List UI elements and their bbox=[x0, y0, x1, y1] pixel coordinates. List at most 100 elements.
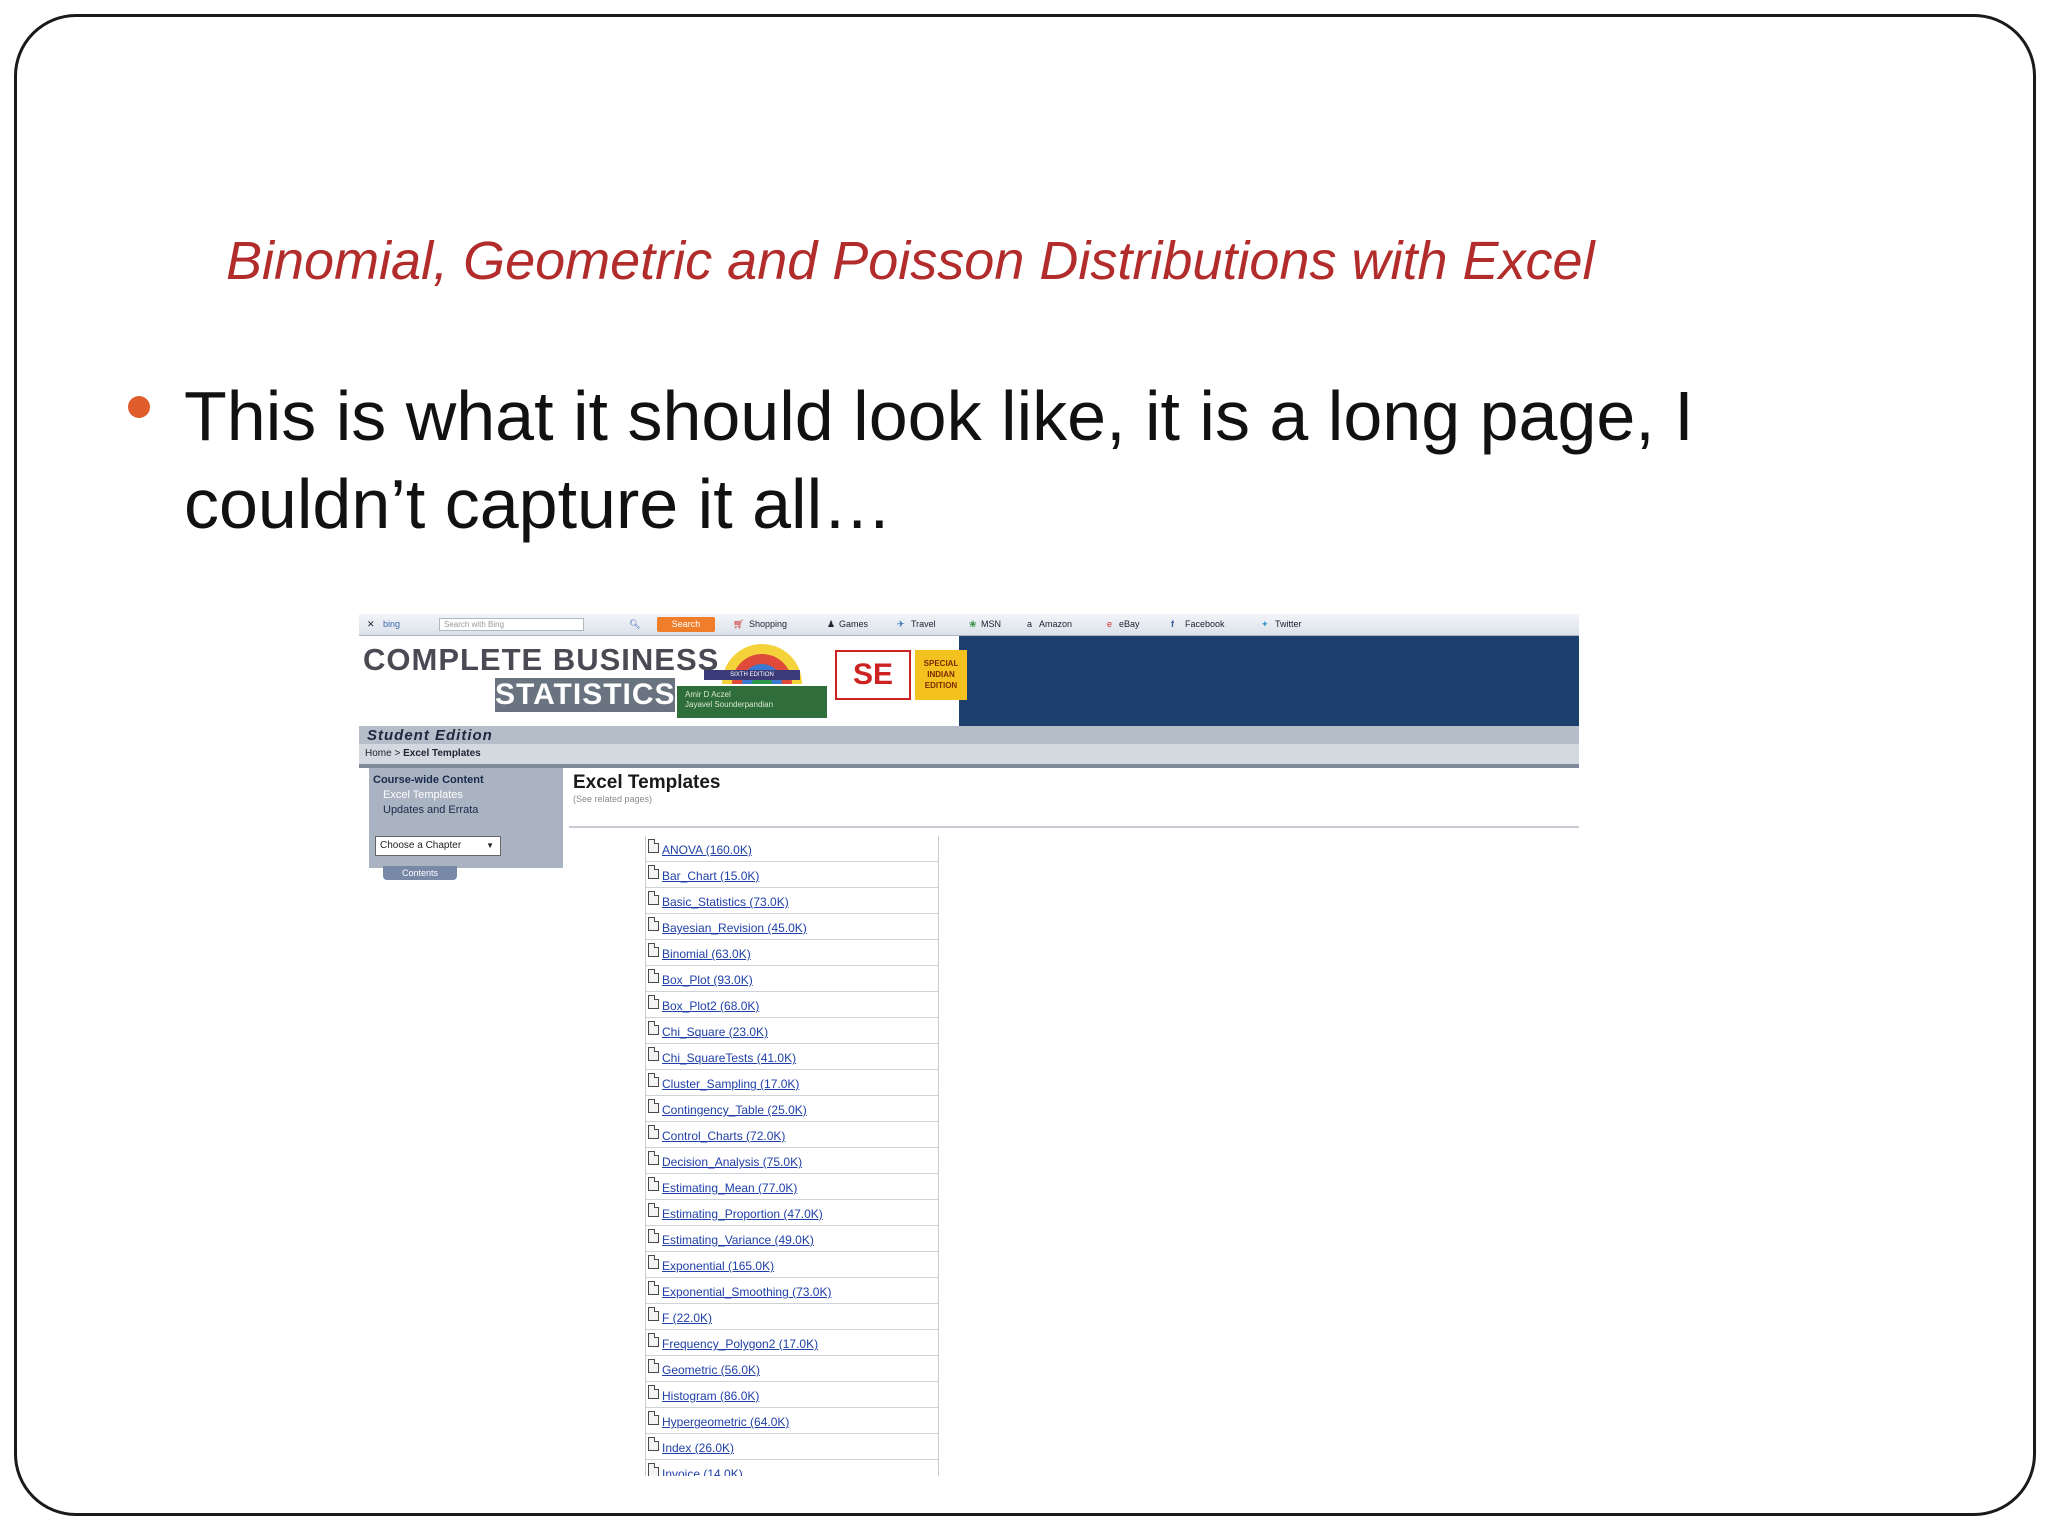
document-icon bbox=[648, 1333, 659, 1347]
shopping-icon: 🛒︎ bbox=[733, 619, 745, 629]
author-name: Jayavel Sounderpandian bbox=[685, 700, 774, 709]
document-icon bbox=[648, 865, 659, 879]
breadcrumb-current: Excel Templates bbox=[403, 748, 481, 759]
file-link[interactable]: Cluster_Sampling (17.0K) bbox=[662, 1077, 799, 1091]
file-link[interactable]: Basic_Statistics (73.0K) bbox=[662, 895, 789, 909]
file-link[interactable]: Contingency_Table (25.0K) bbox=[662, 1103, 807, 1117]
list-item: Index (26.0K) bbox=[646, 1434, 938, 1460]
toolbar-search-button[interactable]: Search bbox=[657, 617, 715, 632]
list-item: Chi_Square (23.0K) bbox=[646, 1018, 938, 1044]
sidebar: Course-wide Content Excel Templates Upda… bbox=[369, 768, 563, 868]
slide-title: Binomial, Geometric and Poisson Distribu… bbox=[226, 231, 1595, 291]
list-item: Box_Plot2 (68.0K) bbox=[646, 992, 938, 1018]
sidebar-item-excel-templates[interactable]: Excel Templates bbox=[383, 789, 463, 801]
file-link[interactable]: Binomial (63.0K) bbox=[662, 947, 751, 961]
list-item: Decision_Analysis (75.0K) bbox=[646, 1148, 938, 1174]
author-name: Amir D Aczel bbox=[685, 690, 731, 699]
document-icon bbox=[648, 1047, 659, 1061]
file-link[interactable]: Box_Plot (93.0K) bbox=[662, 973, 753, 987]
file-link[interactable]: Estimating_Proportion (47.0K) bbox=[662, 1207, 823, 1221]
file-link[interactable]: Bayesian_Revision (45.0K) bbox=[662, 921, 807, 935]
book-title-line1: COMPLETE BUSINESS bbox=[363, 642, 720, 677]
games-icon: ♟ bbox=[827, 619, 836, 629]
document-icon bbox=[648, 891, 659, 905]
site-header: COMPLETE BUSINESS STATISTICS SIXTH EDITI… bbox=[359, 636, 1579, 726]
document-icon bbox=[648, 1255, 659, 1269]
breadcrumb: Home > Excel Templates bbox=[359, 744, 1579, 768]
toolbar-link-games[interactable]: Games bbox=[839, 619, 868, 629]
list-item: Estimating_Proportion (47.0K) bbox=[646, 1200, 938, 1226]
document-icon bbox=[648, 917, 659, 931]
toolbar-link-ebay[interactable]: eBay bbox=[1119, 619, 1140, 629]
file-link[interactable]: Control_Charts (72.0K) bbox=[662, 1129, 785, 1143]
document-icon bbox=[648, 1281, 659, 1295]
toolbar-link-twitter[interactable]: Twitter bbox=[1275, 619, 1302, 629]
list-item: Cluster_Sampling (17.0K) bbox=[646, 1070, 938, 1096]
document-icon bbox=[648, 1463, 659, 1476]
file-link[interactable]: Chi_SquareTests (41.0K) bbox=[662, 1051, 796, 1065]
file-link[interactable]: Estimating_Mean (77.0K) bbox=[662, 1181, 797, 1195]
toolbar-search-input[interactable]: Search with Bing bbox=[439, 618, 584, 631]
file-link[interactable]: Histogram (86.0K) bbox=[662, 1389, 759, 1403]
list-item: Contingency_Table (25.0K) bbox=[646, 1096, 938, 1122]
toolbar-link-shopping[interactable]: Shopping bbox=[749, 619, 787, 629]
travel-icon: ✈ bbox=[897, 619, 905, 629]
file-link[interactable]: Chi_Square (23.0K) bbox=[662, 1025, 768, 1039]
list-item: Hypergeometric (64.0K) bbox=[646, 1408, 938, 1434]
amazon-icon: a bbox=[1027, 619, 1033, 629]
document-icon bbox=[648, 1229, 659, 1243]
list-item: F (22.0K) bbox=[646, 1304, 938, 1330]
badge-line: EDITION bbox=[924, 681, 958, 690]
document-icon bbox=[648, 1307, 659, 1321]
toolbar-link-facebook[interactable]: Facebook bbox=[1185, 619, 1225, 629]
edition-strip: Student Edition bbox=[359, 726, 1579, 744]
student-edition-label: Student Edition bbox=[367, 727, 493, 744]
chevron-down-icon: ▼ bbox=[486, 841, 494, 850]
file-link[interactable]: Exponential (165.0K) bbox=[662, 1259, 774, 1273]
close-icon[interactable]: ✕ bbox=[367, 619, 375, 630]
file-link[interactable]: Decision_Analysis (75.0K) bbox=[662, 1155, 802, 1169]
breadcrumb-home[interactable]: Home bbox=[365, 748, 392, 759]
msn-icon: ❀ bbox=[969, 619, 977, 629]
title-divider bbox=[569, 826, 1579, 828]
file-link[interactable]: Invoice (14.0K) bbox=[662, 1467, 743, 1476]
toolbar-link-travel[interactable]: Travel bbox=[911, 619, 936, 629]
chapter-select[interactable]: Choose a Chapter ▼ bbox=[375, 836, 501, 856]
list-item: Bayesian_Revision (45.0K) bbox=[646, 914, 938, 940]
special-edition-badge: SPECIAL INDIAN EDITION bbox=[915, 650, 967, 700]
file-list: ANOVA (160.0K) Bar_Chart (15.0K) Basic_Sta… bbox=[645, 836, 939, 1476]
list-item: Bar_Chart (15.0K) bbox=[646, 862, 938, 888]
list-item: Estimating_Variance (49.0K) bbox=[646, 1226, 938, 1252]
list-item: Exponential (165.0K) bbox=[646, 1252, 938, 1278]
toolbar-link-msn[interactable]: MSN bbox=[981, 619, 1001, 629]
file-link[interactable]: Estimating_Variance (49.0K) bbox=[662, 1233, 814, 1247]
file-link[interactable]: ANOVA (160.0K) bbox=[662, 843, 752, 857]
file-link[interactable]: Index (26.0K) bbox=[662, 1441, 734, 1455]
chapter-select-value: Choose a Chapter bbox=[380, 840, 462, 851]
author-band: Amir D Aczel Jayavel Sounderpandian bbox=[677, 686, 827, 718]
list-item: Geometric (56.0K) bbox=[646, 1356, 938, 1382]
contents-tab[interactable]: Contents bbox=[383, 866, 457, 880]
document-icon bbox=[648, 1411, 659, 1425]
list-item: Basic_Statistics (73.0K) bbox=[646, 888, 938, 914]
file-link[interactable]: Geometric (56.0K) bbox=[662, 1363, 760, 1377]
list-item: Invoice (14.0K) bbox=[646, 1460, 938, 1476]
bullet-text: This is what it should look like, it is … bbox=[184, 377, 1694, 543]
search-icon[interactable]: 🔍︎ bbox=[629, 619, 640, 630]
list-item: Exponential_Smoothing (73.0K) bbox=[646, 1278, 938, 1304]
file-link[interactable]: F (22.0K) bbox=[662, 1311, 712, 1325]
document-icon bbox=[648, 1021, 659, 1035]
file-link[interactable]: Exponential_Smoothing (73.0K) bbox=[662, 1285, 831, 1299]
file-link[interactable]: Frequency_Polygon2 (17.0K) bbox=[662, 1337, 818, 1351]
toolbar-link-amazon[interactable]: Amazon bbox=[1039, 619, 1072, 629]
sidebar-item-updates-errata[interactable]: Updates and Errata bbox=[383, 804, 478, 816]
list-item: Control_Charts (72.0K) bbox=[646, 1122, 938, 1148]
file-link[interactable]: Bar_Chart (15.0K) bbox=[662, 869, 759, 883]
document-icon bbox=[648, 1385, 659, 1399]
file-link[interactable]: Box_Plot2 (68.0K) bbox=[662, 999, 759, 1013]
file-link[interactable]: Hypergeometric (64.0K) bbox=[662, 1415, 789, 1429]
related-pages-link[interactable]: (See related pages) bbox=[573, 794, 652, 804]
badge-line: INDIAN bbox=[927, 670, 955, 679]
book-title-box: COMPLETE BUSINESS STATISTICS SIXTH EDITI… bbox=[359, 636, 967, 726]
bing-logo: bing bbox=[383, 619, 401, 629]
